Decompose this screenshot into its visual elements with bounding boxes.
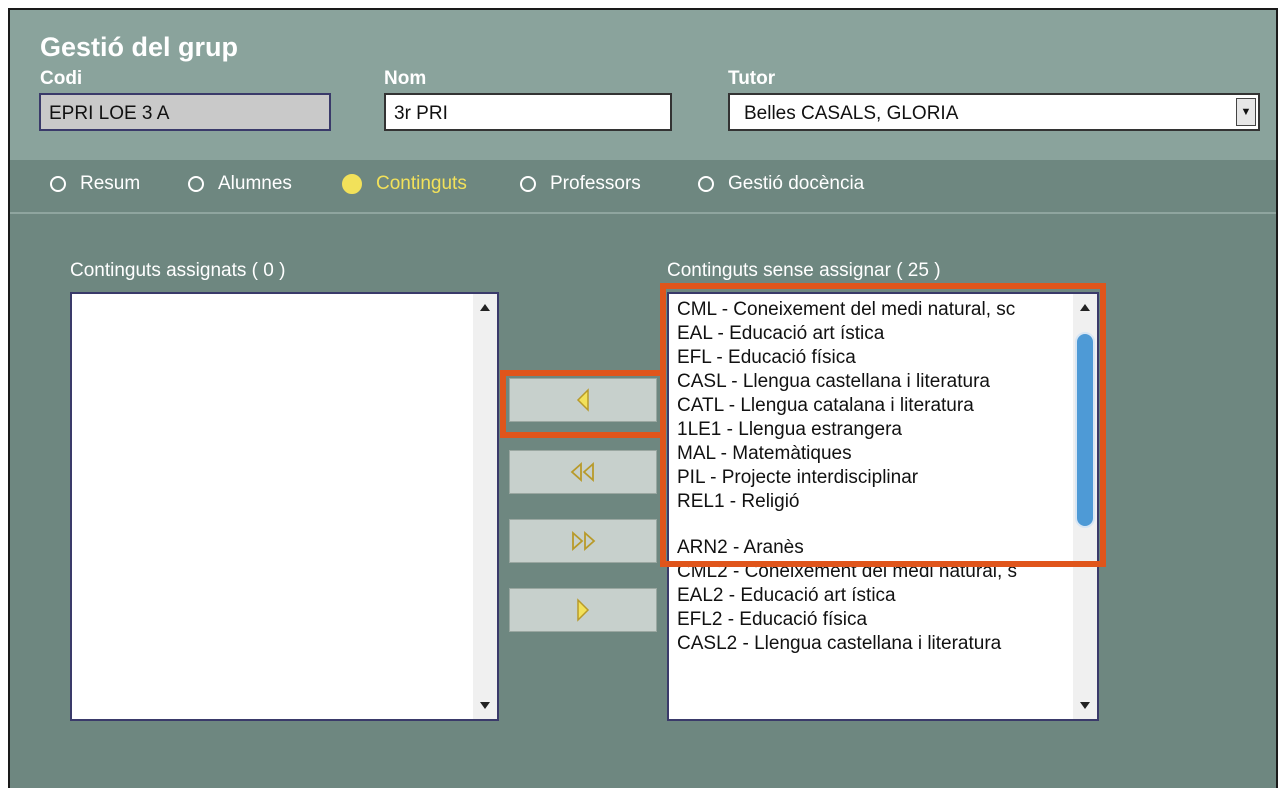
list-item[interactable]: CML - Coneixement del medi natural, sc [677, 298, 1069, 322]
codi-label: Codi [40, 68, 83, 89]
double-arrow-left-icon [570, 462, 594, 482]
radio-icon [698, 176, 714, 192]
group-management-window: Gestió del grup Codi EPRI LOE 3 A Nom 3r… [8, 8, 1278, 788]
list-item[interactable]: 1LE1 - Llengua estrangera [677, 418, 1069, 442]
list-item[interactable]: MAL - Matemàtiques [677, 442, 1069, 466]
assign-selected-button[interactable] [509, 378, 657, 422]
tab-continguts[interactable]: Continguts [342, 173, 467, 195]
list-item[interactable]: EAL2 - Educació art ística [677, 584, 1069, 608]
arrow-right-icon [577, 598, 590, 622]
scroll-up-icon[interactable] [480, 304, 490, 311]
unassigned-items: CML - Coneixement del medi natural, sc E… [677, 298, 1069, 656]
assign-all-button[interactable] [509, 450, 657, 494]
unassign-selected-button[interactable] [509, 588, 657, 632]
list-item[interactable]: CASL - Llengua castellana i literatura [677, 370, 1069, 394]
nom-label: Nom [384, 68, 427, 89]
assigned-list-label: Continguts assignats ( 0 ) [70, 260, 286, 281]
radio-icon [50, 176, 66, 192]
nom-field[interactable]: 3r PRI [384, 93, 672, 131]
list-item[interactable]: PIL - Projecte interdisciplinar [677, 466, 1069, 490]
tab-label: Resum [80, 173, 141, 194]
unassign-all-button[interactable] [509, 519, 657, 563]
scroll-down-icon[interactable] [1080, 702, 1090, 709]
tab-label: Alumnes [218, 173, 292, 194]
unassigned-list-scrollbar[interactable] [1073, 294, 1097, 719]
codi-field[interactable]: EPRI LOE 3 A [39, 93, 331, 131]
tab-label: Continguts [376, 173, 467, 194]
unassigned-list-label: Continguts sense assignar ( 25 ) [667, 260, 941, 281]
assigned-list-scrollbar[interactable] [473, 294, 497, 719]
unassigned-list[interactable]: CML - Coneixement del medi natural, sc E… [667, 292, 1099, 721]
list-item[interactable]: CATL - Llengua catalana i literatura [677, 394, 1069, 418]
tab-gestio-docencia[interactable]: Gestió docència [698, 173, 864, 195]
dropdown-arrow-icon[interactable]: ▼ [1236, 98, 1256, 126]
scroll-down-icon[interactable] [480, 702, 490, 709]
list-item[interactable]: CML2 - Coneixement del medi natural, s [677, 560, 1069, 584]
list-item[interactable]: CASL2 - Llengua castellana i literatura [677, 632, 1069, 656]
arrow-left-icon [576, 388, 589, 412]
header-panel: Gestió del grup Codi EPRI LOE 3 A Nom 3r… [10, 10, 1276, 160]
page-title: Gestió del grup [40, 32, 239, 62]
tutor-select[interactable]: Belles CASALS, GLORIA ▼ [728, 93, 1260, 131]
tutor-value: Belles CASALS, GLORIA [744, 103, 959, 124]
tab-label: Professors [550, 173, 641, 194]
radio-selected-icon [342, 174, 362, 194]
list-item[interactable]: ARN2 - Aranès [677, 536, 1069, 560]
tab-bar: Resum Alumnes Continguts Professors Gest… [10, 160, 1276, 214]
list-item[interactable]: REL1 - Religió [677, 490, 1069, 514]
scrollbar-thumb[interactable] [1075, 332, 1095, 528]
tab-resum[interactable]: Resum [50, 173, 140, 195]
list-item[interactable]: EFL2 - Educació física [677, 608, 1069, 632]
tab-label: Gestió docència [728, 173, 865, 194]
scroll-up-icon[interactable] [1080, 304, 1090, 311]
assigned-list[interactable] [70, 292, 499, 721]
tutor-label: Tutor [728, 68, 776, 89]
radio-icon [188, 176, 204, 192]
radio-icon [520, 176, 536, 192]
double-arrow-right-icon [572, 531, 596, 551]
list-item[interactable]: EFL - Educació física [677, 346, 1069, 370]
list-item[interactable]: EAL - Educació art ística [677, 322, 1069, 346]
tab-professors[interactable]: Professors [520, 173, 641, 195]
tab-alumnes[interactable]: Alumnes [188, 173, 292, 195]
